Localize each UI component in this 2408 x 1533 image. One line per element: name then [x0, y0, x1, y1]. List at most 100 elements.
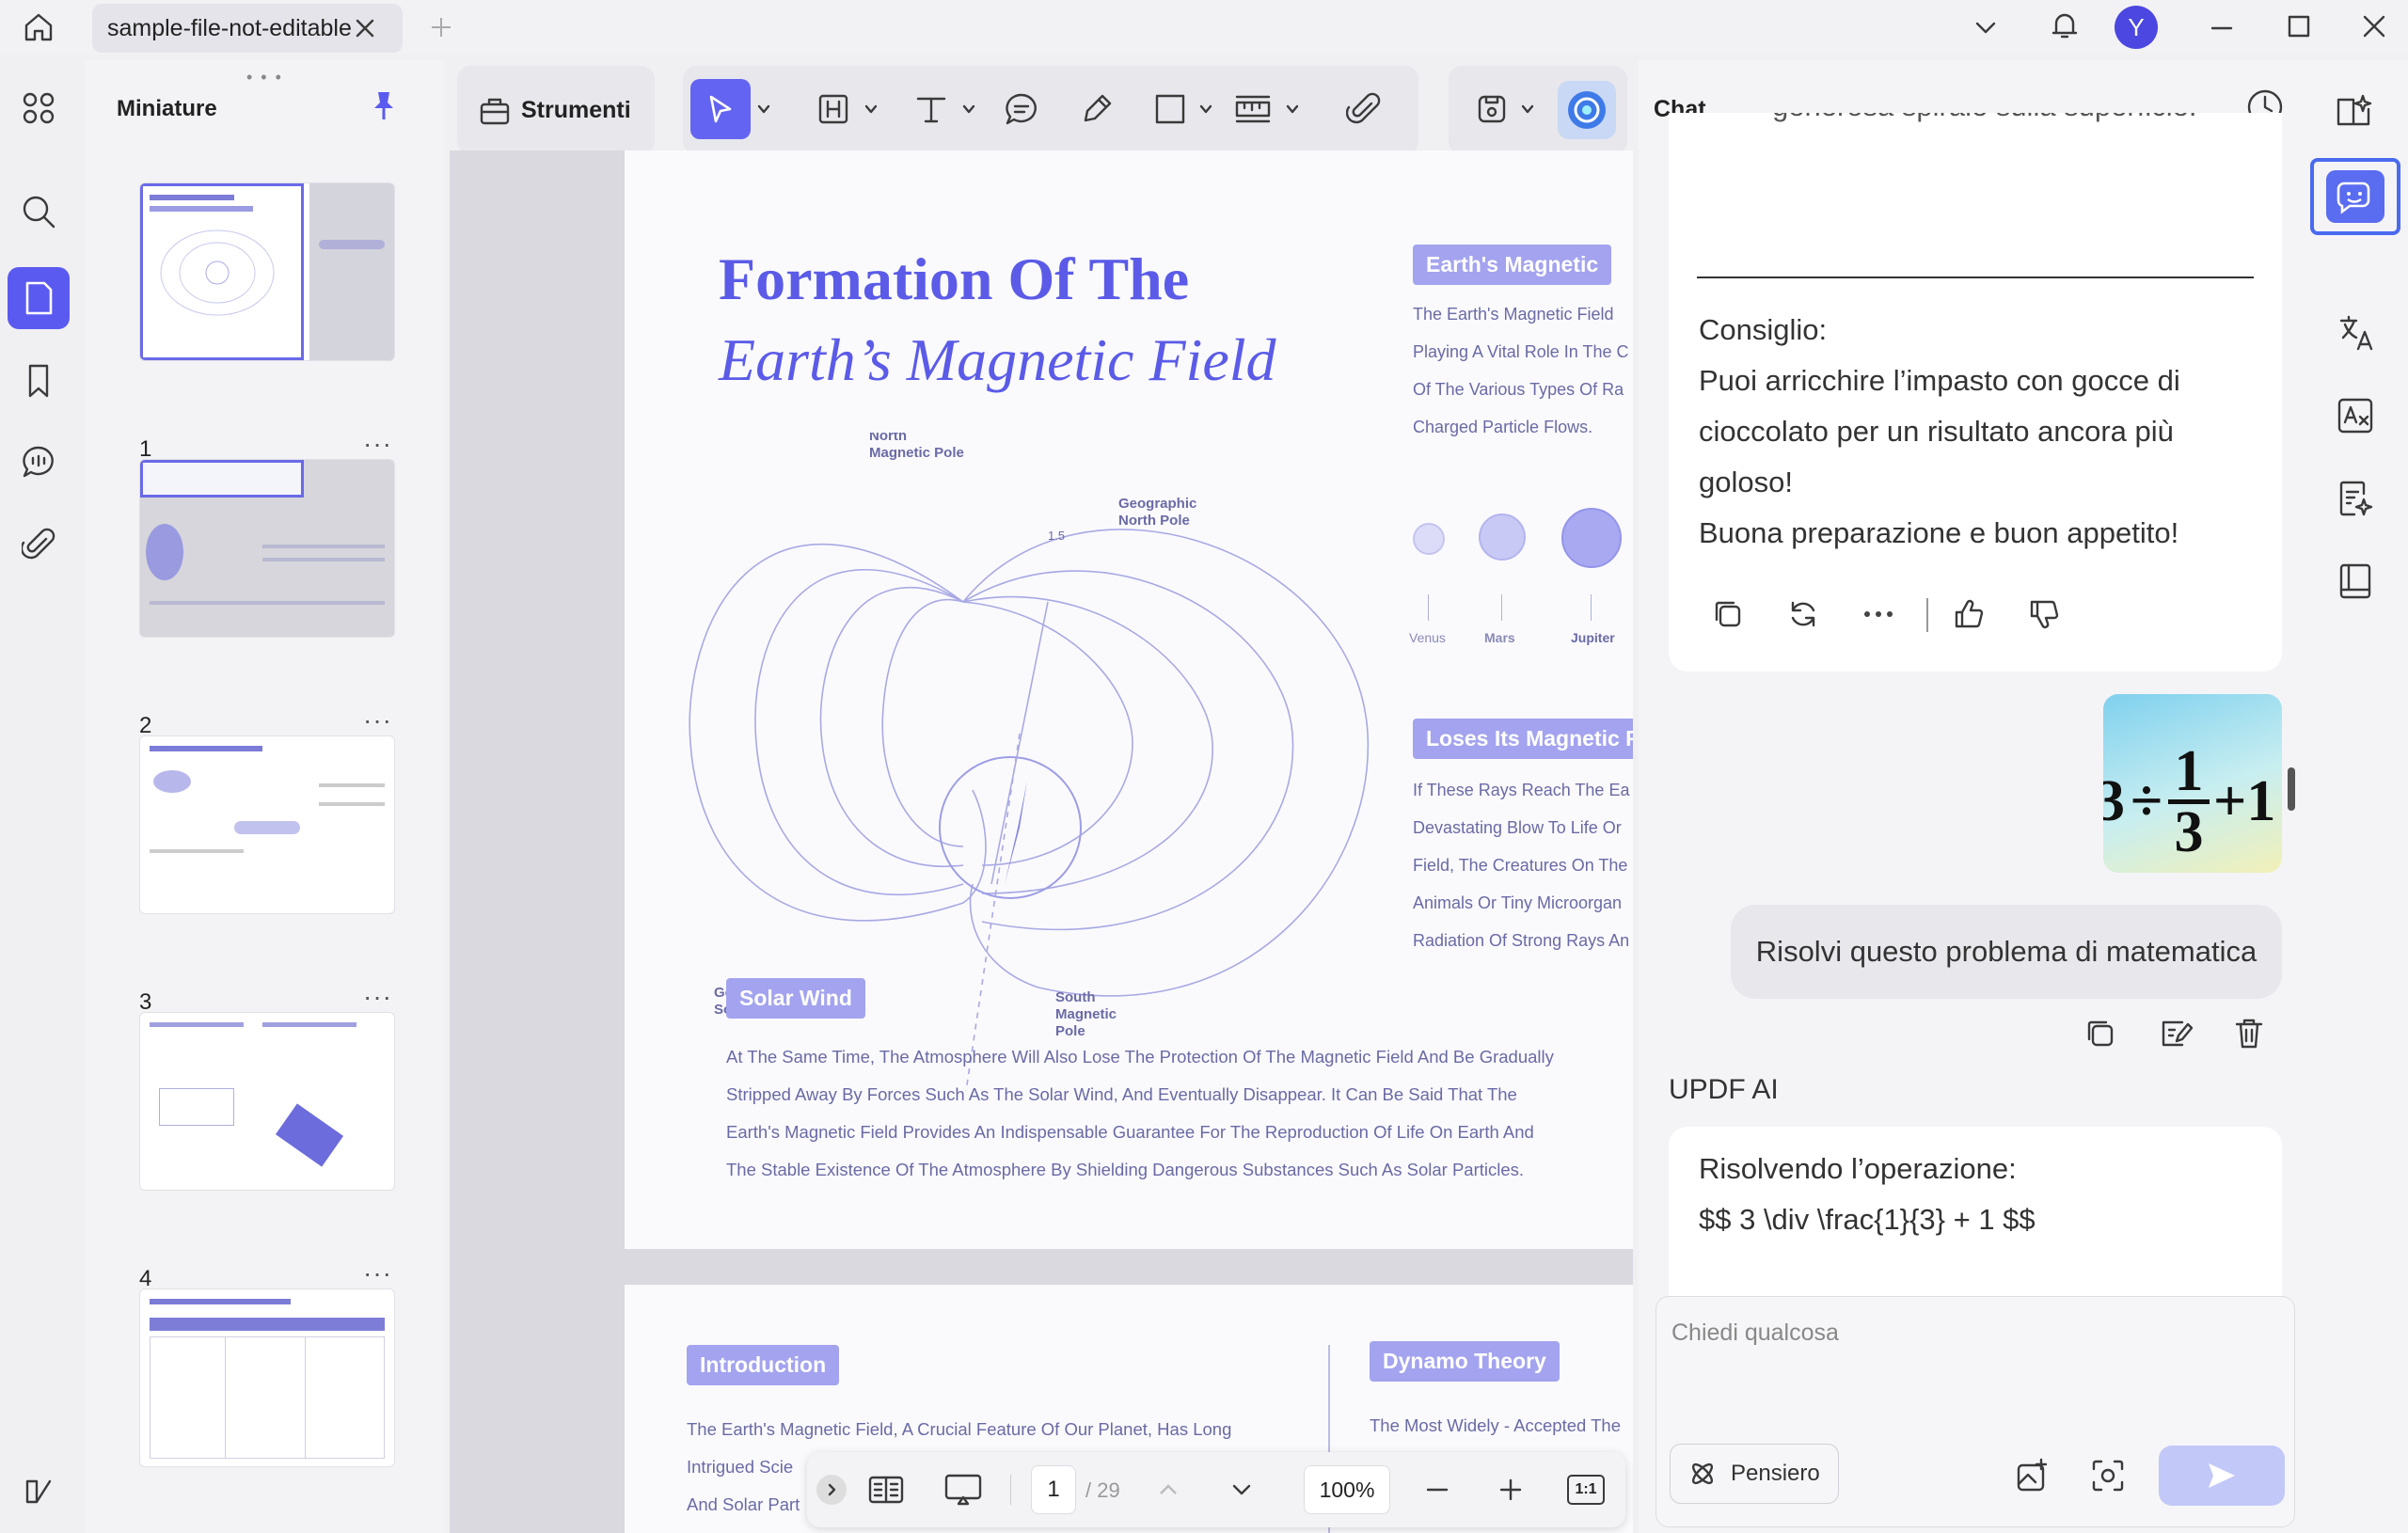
comment-icon[interactable]	[8, 431, 70, 493]
bookmark-icon[interactable]	[8, 350, 70, 412]
send-button[interactable]	[2159, 1446, 2285, 1506]
thumbnail-page-3[interactable]	[139, 735, 395, 914]
search-icon[interactable]	[8, 181, 70, 243]
thumbnail-page-4[interactable]	[139, 1012, 395, 1191]
next-page-icon[interactable]	[1223, 1471, 1260, 1509]
introduction-heading: Introduction	[687, 1345, 840, 1385]
home-icon[interactable]	[19, 8, 58, 47]
north-magnetic-label: North Magnetic Pole	[869, 433, 964, 461]
comment-tool-icon[interactable]	[999, 87, 1044, 132]
actual-size-button[interactable]: 1:1	[1567, 1475, 1605, 1505]
close-tab-icon[interactable]	[350, 13, 380, 43]
chevron-down-icon[interactable]	[958, 98, 980, 120]
chevron-down-icon[interactable]	[1281, 98, 1304, 120]
math-left-operand: 3	[2103, 769, 2125, 833]
thumbs-up-icon[interactable]	[1947, 593, 1990, 636]
image-upload-icon[interactable]	[2010, 1453, 2055, 1498]
planet-label-venus: Venus	[1409, 630, 1446, 645]
zoom-level-input[interactable]: 100%	[1304, 1465, 1390, 1514]
text-tool-icon[interactable]	[909, 87, 954, 132]
ai-chat-button[interactable]	[2310, 158, 2400, 235]
pen-tool-icon[interactable]	[1074, 87, 1119, 132]
uploaded-math-image[interactable]: 3 ÷ 1 3 +1	[2103, 694, 2282, 873]
panel-drag-handle[interactable]: • • •	[246, 68, 283, 87]
regenerate-icon[interactable]	[1782, 593, 1825, 636]
thumbnail-page-2[interactable]	[139, 459, 395, 638]
delete-icon[interactable]	[2227, 1012, 2271, 1055]
save-icon[interactable]	[1469, 87, 1514, 132]
page-number-input[interactable]: 1	[1031, 1465, 1076, 1514]
chat-scrollbar-thumb[interactable]	[2288, 767, 2295, 811]
presentation-icon[interactable]	[941, 1469, 986, 1510]
bell-icon[interactable]	[2045, 6, 2084, 45]
thumbnail-page-5[interactable]	[139, 1288, 395, 1467]
ai-response-line: Risolvendo l’operazione:	[1699, 1152, 2017, 1185]
thumbnail-more-icon[interactable]: ···	[363, 705, 392, 735]
earths-magnetic-text: The Earth's Magnetic Field Playing A Vit…	[1413, 305, 1629, 436]
chevron-down-icon[interactable]	[752, 98, 775, 120]
reader-icon[interactable]	[2329, 555, 2382, 608]
ai-response-line: $$ 3 \div \frac{1}{3} + 1 $$	[1699, 1203, 2036, 1236]
zoom-in-icon[interactable]	[1492, 1471, 1529, 1509]
highlight-tool-icon[interactable]	[811, 87, 856, 132]
thumbnails-panel: • • • Miniature 1 ··· 2 ··· 3 ··· 4 ···	[85, 60, 444, 1533]
planet-label-mars: Mars	[1484, 630, 1515, 645]
avatar-initial: Y	[2128, 12, 2145, 41]
more-icon[interactable]	[1857, 593, 1900, 636]
left-rail	[0, 64, 83, 1533]
thumbnail-more-icon[interactable]: ···	[363, 1258, 392, 1288]
ai-response-bubble-2: Risolvendo l’operazione: $$ 3 \div \frac…	[1669, 1127, 2282, 1315]
previous-page-icon[interactable]	[1149, 1471, 1187, 1509]
chevron-down-icon[interactable]	[1970, 11, 2002, 43]
attachment-tool-icon[interactable]	[1341, 87, 1386, 132]
page-title-line1: Formation Of The	[719, 245, 1190, 312]
measure-tool-icon[interactable]	[1228, 87, 1277, 132]
maximize-icon[interactable]	[2282, 9, 2316, 43]
page-total: / 29	[1085, 1478, 1120, 1502]
ai-assistant-button[interactable]	[1558, 81, 1616, 139]
close-window-icon[interactable]	[2357, 9, 2391, 43]
select-tool-button[interactable]	[690, 79, 751, 139]
chat-panel: Chat generosa spirale sulla superficie. …	[1639, 60, 2306, 1533]
copy-icon[interactable]	[2079, 1012, 2122, 1055]
thumbnail-more-icon[interactable]: ···	[363, 429, 392, 459]
chevron-down-icon[interactable]	[860, 98, 882, 120]
send-icon	[2209, 1463, 2235, 1488]
layers-icon[interactable]	[8, 1460, 70, 1522]
apps-grid-icon[interactable]	[8, 77, 70, 139]
copy-icon[interactable]	[1706, 593, 1750, 636]
new-tab-icon[interactable]	[425, 11, 457, 43]
zoom-out-icon[interactable]	[1418, 1471, 1456, 1509]
pin-icon[interactable]	[365, 87, 403, 124]
tools-button[interactable]: Strumenti	[467, 83, 642, 137]
translate-icon[interactable]	[2329, 307, 2382, 359]
book-sparkle-icon[interactable]	[2329, 85, 2382, 137]
summarize-icon[interactable]	[2329, 472, 2382, 525]
thumbnails-page-icon[interactable]	[8, 267, 70, 329]
think-button[interactable]: Pensiero	[1670, 1444, 1839, 1504]
shape-tool-icon[interactable]	[1148, 87, 1193, 132]
thumbs-down-icon[interactable]	[2022, 593, 2066, 636]
page-layout-icon[interactable]	[863, 1469, 909, 1510]
extra-tools-group	[1449, 66, 1627, 154]
chevron-down-icon[interactable]	[1195, 98, 1217, 120]
document-tab-title: sample-file-not-editable	[107, 14, 352, 41]
attachment-icon[interactable]	[8, 514, 70, 576]
cursor-icon	[709, 95, 732, 123]
page-navigation-bar: 1 / 29 100% 1:1	[807, 1452, 1625, 1527]
edit-icon[interactable]	[2154, 1012, 2197, 1055]
loses-magnetic-heading: Loses Its Magnetic Fi	[1413, 719, 1633, 759]
thumbnail-more-icon[interactable]: ···	[363, 982, 392, 1012]
collapse-nav-icon[interactable]	[816, 1475, 847, 1505]
thumbnail-page-1[interactable]	[139, 182, 395, 361]
chat-input-box[interactable]: Chiedi qualcosa Pensiero	[1656, 1296, 2295, 1527]
ocr-icon[interactable]	[2329, 389, 2382, 442]
math-right-operand: +1	[2213, 769, 2276, 833]
screenshot-icon[interactable]	[2085, 1453, 2131, 1498]
avatar[interactable]: Y	[2115, 6, 2158, 49]
response-text-cut: generosa spirale sulla superficie.	[1772, 113, 2196, 141]
document-tab[interactable]: sample-file-not-editable	[92, 4, 403, 53]
user-message-bubble: Risolvi questo problema di matematica	[1731, 905, 2282, 999]
chevron-down-icon[interactable]	[1516, 98, 1539, 120]
minimize-icon[interactable]	[2205, 11, 2239, 45]
